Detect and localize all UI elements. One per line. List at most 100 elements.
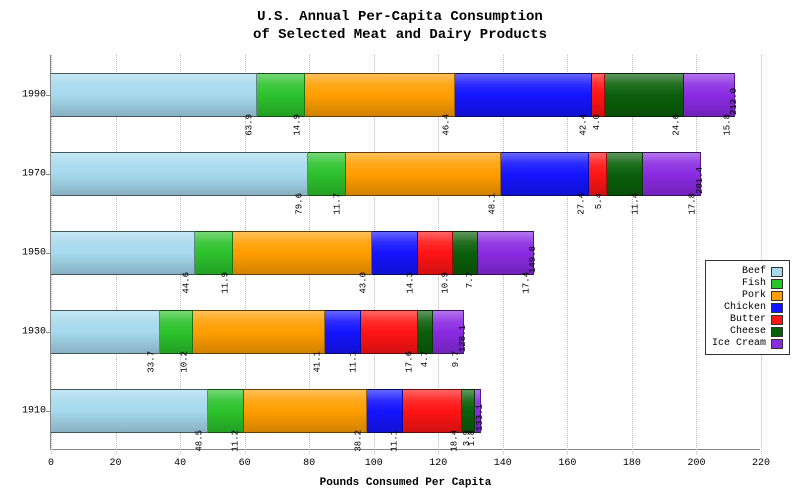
segment-value-label: 17.8	[688, 193, 698, 215]
bar-segment: 27.4	[501, 152, 589, 196]
legend-item: Butter	[712, 314, 783, 325]
segment-value-label: 14.3	[405, 272, 415, 294]
bar-row: 44.611.943.014.310.97.717.4149.8	[51, 231, 534, 275]
bar-segment: 48.5	[51, 389, 208, 433]
segment-value-label: 11.1	[348, 351, 358, 373]
segment-value-label: 24.6	[671, 114, 681, 136]
legend-swatch	[771, 279, 783, 289]
bar-segment: 14.3	[372, 231, 418, 275]
segment-value-label: 11.9	[220, 272, 230, 294]
bar-segment: 7.7	[453, 231, 478, 275]
legend-label: Fish	[742, 278, 766, 289]
segment-value-label: 44.6	[182, 272, 192, 294]
bar-segment: 5.4	[589, 152, 606, 196]
x-tick-label: 100	[365, 458, 383, 469]
bar-row: 79.611.748.127.45.411.417.8201.4	[51, 152, 701, 196]
title-line-1: U.S. Annual Per-Capita Consumption	[257, 9, 543, 25]
bar-segment: 63.9	[51, 73, 257, 117]
bar-segment: 11.7	[308, 152, 346, 196]
segment-value-label: 48.5	[195, 430, 205, 452]
segment-value-label: 42.4	[579, 114, 589, 136]
segment-value-label: 43.0	[359, 272, 369, 294]
segment-value-label: 11.4	[630, 193, 640, 215]
x-tick-label: 40	[174, 458, 186, 469]
bar-segment: 18.4	[403, 389, 462, 433]
segment-value-label: 10.9	[440, 272, 450, 294]
legend-swatch	[771, 291, 783, 301]
bar-segment: 4.7	[418, 310, 433, 354]
bar-segment: 15.8	[684, 73, 735, 117]
bar-segment: 17.8	[643, 152, 700, 196]
row-total-label: 149.8	[528, 245, 538, 272]
segment-value-label: 4.7	[420, 351, 430, 367]
row-total-label: 201.4	[695, 166, 705, 193]
segment-value-label: 9.7	[451, 351, 461, 367]
segment-value-label: 11.2	[231, 430, 241, 452]
title-line-2: of Selected Meat and Dairy Products	[253, 27, 547, 43]
bar-segment: 79.6	[51, 152, 308, 196]
legend: BeefFishPorkChickenButterCheeseIce Cream	[705, 260, 790, 355]
y-tick-label: 1950	[16, 247, 46, 258]
bar-segment: 44.6	[51, 231, 195, 275]
gridline	[761, 55, 762, 454]
segment-value-label: 48.1	[488, 193, 498, 215]
segment-value-label: 46.4	[442, 114, 452, 136]
y-tick-label: 1990	[16, 89, 46, 100]
segment-value-label: 11.7	[333, 193, 343, 215]
row-total-label: 128.1	[458, 324, 468, 351]
x-tick-label: 80	[303, 458, 315, 469]
bar-segment: 24.6	[605, 73, 684, 117]
legend-label: Chicken	[724, 302, 766, 313]
segment-value-label: 10.2	[180, 351, 190, 373]
segment-value-label: 17.6	[405, 351, 415, 373]
x-axis-label: Pounds Consumed Per Capita	[51, 477, 760, 489]
x-tick-label: 180	[623, 458, 641, 469]
bar-row: 63.914.946.442.44.024.615.8212.0	[51, 73, 735, 117]
bar-segment: 42.4	[455, 73, 592, 117]
bar-segment: 11.4	[607, 152, 644, 196]
bar-segment: 11.1	[367, 389, 403, 433]
segment-value-label: 14.9	[292, 114, 302, 136]
plot-area: Pounds Consumed Per Capita 0204060801001…	[50, 55, 760, 450]
bar-segment: 43.0	[233, 231, 372, 275]
bar-segment: 17.4	[478, 231, 534, 275]
legend-item: Ice Cream	[712, 338, 783, 349]
legend-swatch	[771, 303, 783, 313]
legend-item: Cheese	[712, 326, 783, 337]
segment-value-label: 5.4	[594, 193, 604, 209]
segment-value-label: 27.4	[576, 193, 586, 215]
bar-segment: 4.0	[592, 73, 605, 117]
x-tick-label: 160	[558, 458, 576, 469]
y-tick-label: 1930	[16, 326, 46, 337]
bar-segment: 38.2	[244, 389, 367, 433]
legend-item: Fish	[712, 278, 783, 289]
x-tick-label: 20	[110, 458, 122, 469]
legend-item: Beef	[712, 266, 783, 277]
legend-label: Beef	[742, 266, 766, 277]
segment-value-label: 33.7	[147, 351, 157, 373]
legend-label: Pork	[742, 290, 766, 301]
segment-value-label: 1.8	[468, 430, 478, 446]
bar-segment: 11.1	[325, 310, 361, 354]
bar-segment: 11.2	[208, 389, 244, 433]
legend-swatch	[771, 339, 783, 349]
segment-value-label: 7.7	[465, 272, 475, 288]
bar-segment: 33.7	[51, 310, 160, 354]
bar-row: 48.511.238.211.118.43.91.8133.1	[51, 389, 481, 433]
legend-label: Butter	[730, 314, 766, 325]
legend-item: Pork	[712, 290, 783, 301]
segment-value-label: 79.6	[295, 193, 305, 215]
bar-segment: 17.6	[361, 310, 418, 354]
bar-segment: 48.1	[346, 152, 501, 196]
bar-row: 33.710.241.111.117.64.79.7128.1	[51, 310, 464, 354]
x-tick-label: 140	[494, 458, 512, 469]
legend-swatch	[771, 315, 783, 325]
bar-segment: 41.1	[193, 310, 326, 354]
segment-value-label: 15.8	[722, 114, 732, 136]
x-tick-label: 220	[752, 458, 770, 469]
segment-value-label: 41.1	[312, 351, 322, 373]
segment-value-label: 18.4	[449, 430, 459, 452]
bar-segment: 14.9	[257, 73, 305, 117]
row-total-label: 133.1	[475, 403, 485, 430]
legend-swatch	[771, 267, 783, 277]
